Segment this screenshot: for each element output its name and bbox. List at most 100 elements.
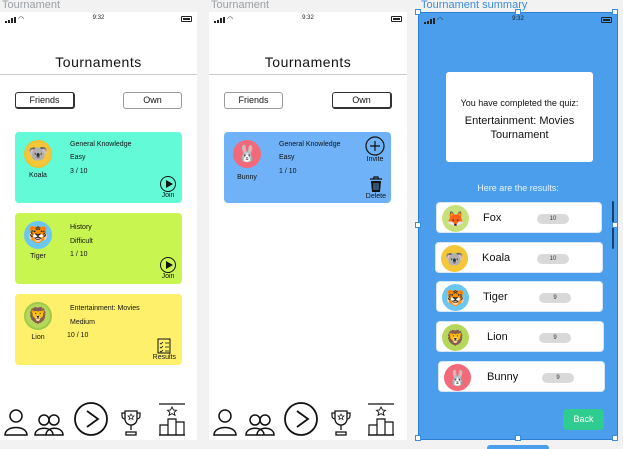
card-topic: History [70,224,92,231]
join-button[interactable]: Join [160,176,176,199]
back-button[interactable]: Back [563,409,604,430]
tournament-card-koala[interactable]: 🐨 Koala General Knowledge Easy 3 / 10 Jo… [15,132,182,203]
player-name: Bunny [237,174,257,181]
delete-button[interactable]: Delete [366,176,386,200]
tab-own[interactable]: Own [332,92,392,109]
canvas: Tournament Tournament Tournament summary… [0,0,623,449]
invite-button[interactable]: Invite [365,136,385,163]
result-row-tiger: 🐯 Tiger 9 [436,281,603,312]
podium-icon[interactable] [158,402,186,436]
results-button[interactable]: Results [153,338,176,361]
join-label: Join [161,192,175,199]
play-icon[interactable] [283,401,319,437]
bunny-avatar-icon: 🐰 [233,140,261,168]
play-icon[interactable] [73,401,109,437]
tab-own[interactable]: Own [123,92,182,109]
fox-avatar-icon: 🦊 [442,205,469,232]
completed-text: You have completed the quiz: [460,98,579,108]
selection-handle[interactable] [612,222,618,228]
tournament-card-lion[interactable]: 🦁 Lion Entertainment: Movies Medium 10 /… [15,294,182,365]
tournaments-screen-own: ◠ 9:32 Tournaments Friends Own 🐰 Bunny G… [209,12,407,440]
result-score: 10 [537,254,569,264]
card-progress: 1 / 10 [70,251,88,258]
lion-avatar-icon: 🦁 [442,324,469,351]
card-topic: General Knowledge [279,141,341,148]
result-row-fox: 🦊 Fox 10 [436,202,602,233]
trophy-icon[interactable] [330,408,352,436]
selection-handle[interactable] [415,222,421,228]
page-title: Tournaments [55,54,142,70]
title-divider [0,74,197,75]
results-label: Results [152,354,176,361]
card-progress: 10 / 10 [67,332,89,339]
bunny-avatar-icon: 🐰 [444,364,471,391]
result-name: Tiger [483,291,508,303]
tab-friends[interactable]: Friends [15,92,75,109]
join-label: Join [161,273,175,280]
selection-handle[interactable] [612,9,618,15]
player-name: Tiger [30,253,46,260]
koala-avatar-icon: 🐨 [441,245,468,272]
selection-handle[interactable] [515,9,521,15]
results-heading: Here are the results: [477,183,559,193]
person-icon[interactable] [212,408,238,436]
plus-circle-icon [365,136,385,156]
battery-icon [601,17,612,23]
frame-label-summary: Tournament summary [421,0,528,11]
play-circle-icon [160,257,176,273]
card-difficulty: Difficult [70,238,93,245]
invite-label: Invite [366,156,384,163]
next-frame-edge [487,445,549,449]
battery-icon [391,16,402,22]
card-topic: Entertainment: Movies [70,305,140,312]
card-topic: General Knowledge [70,141,132,148]
join-button[interactable]: Join [160,257,176,280]
result-score: 9 [542,373,574,383]
title-divider [209,74,407,75]
status-time: 9:32 [302,15,314,21]
tournament-card-tiger[interactable]: 🐯 Tiger History Difficult 1 / 10 Join [15,213,182,284]
result-name: Fox [483,212,502,224]
tab-friends[interactable]: Friends [224,92,283,109]
result-score: 9 [539,293,571,303]
completion-card: You have completed the quiz: Entertainme… [446,72,593,162]
checklist-icon [157,338,171,354]
selection-handle[interactable] [415,9,421,15]
result-row-koala: 🐨 Koala 10 [435,242,603,273]
player-name: Lion [31,334,45,341]
result-name: Bunny [487,371,519,383]
frame-label-tournament: Tournament [2,0,61,11]
play-circle-icon [160,176,176,192]
result-row-lion: 🦁 Lion 9 [436,321,604,352]
selection-handle[interactable] [515,435,521,441]
trophy-icon[interactable] [120,408,142,436]
people-icon[interactable] [34,412,64,436]
card-difficulty: Medium [70,319,95,326]
koala-avatar-icon: 🐨 [24,140,52,168]
frame-label-tournament-2: Tournament [211,0,270,11]
result-name: Koala [482,252,511,264]
status-bar: ◠ 9:32 [419,13,617,27]
podium-icon[interactable] [367,402,395,436]
tiger-avatar-icon: 🐯 [442,284,469,311]
people-icon[interactable] [245,412,275,436]
card-difficulty: Easy [70,154,86,161]
person-icon[interactable] [3,408,29,436]
result-score: 10 [537,214,569,224]
card-progress: 3 / 10 [70,168,88,175]
status-time: 9:32 [512,16,524,22]
tournament-card-bunny[interactable]: 🐰 Bunny General Knowledge Easy 1 / 10 In… [224,132,391,203]
selection-handle[interactable] [415,435,421,441]
tiger-avatar-icon: 🐯 [24,221,52,249]
status-bar: ◠ 9:32 [0,12,197,26]
selection-handle[interactable] [612,435,618,441]
result-row-bunny: 🐰 Bunny 9 [438,361,605,392]
card-progress: 1 / 10 [279,168,297,175]
player-name: Koala [29,172,47,179]
result-score: 9 [539,333,571,343]
bottom-nav [209,400,407,440]
trash-icon [369,176,382,192]
card-difficulty: Easy [279,154,295,161]
quiz-name: Entertainment: Movies Tournament [464,115,575,141]
delete-label: Delete [365,193,386,200]
